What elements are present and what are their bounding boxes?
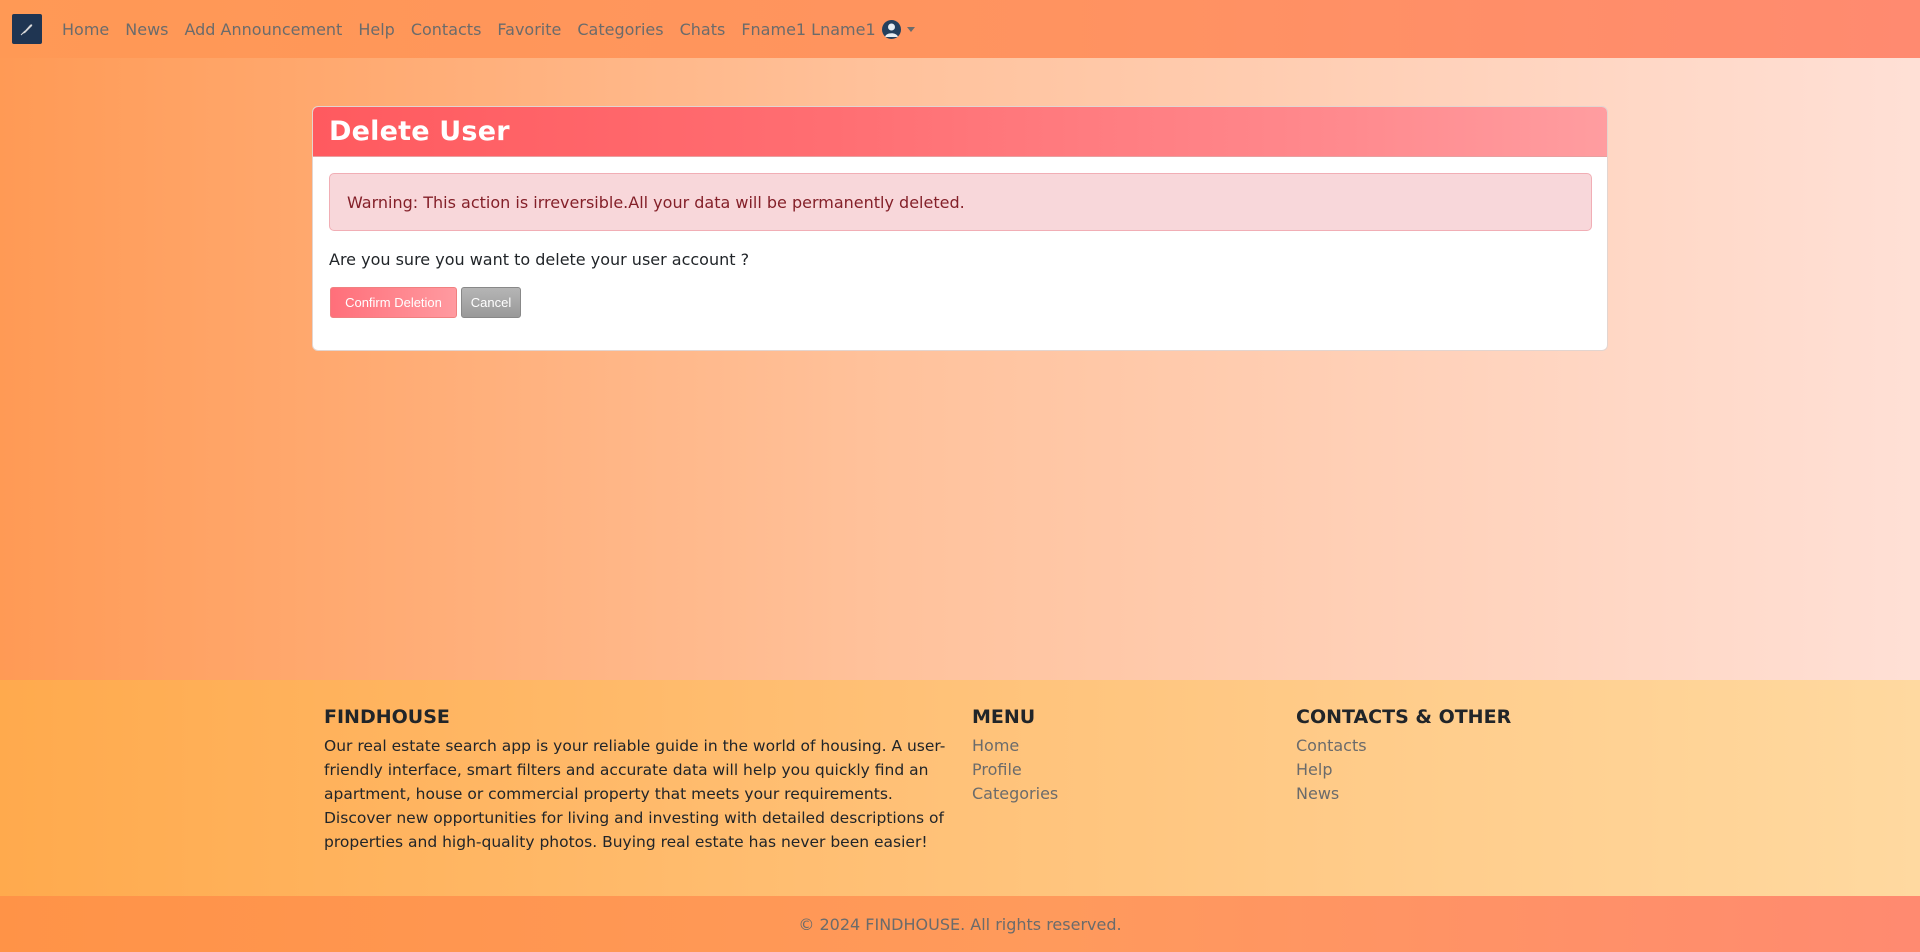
footer-contacts-heading: CONTACTS & OTHER — [1296, 706, 1512, 728]
footer-brand-description: Our real estate search app is your relia… — [324, 737, 946, 851]
user-name: Fname1 Lname1 — [741, 19, 876, 39]
footer-link-help[interactable]: Help — [1296, 758, 1511, 782]
card-title: Delete User — [329, 116, 510, 147]
user-avatar-icon — [884, 23, 898, 37]
nav-link-categories[interactable]: Categories — [577, 20, 663, 39]
nav-link-favorite[interactable]: Favorite — [497, 20, 561, 39]
footer-link-profile[interactable]: Profile — [972, 758, 1058, 782]
footer-link-news[interactable]: News — [1296, 782, 1511, 806]
nav-link-chats[interactable]: Chats — [680, 20, 726, 39]
footer-brand-heading: FINDHOUSE — [324, 706, 450, 728]
footer-menu-heading: MENU — [972, 706, 1036, 728]
nav-link-add-announcement[interactable]: Add Announcement — [184, 20, 342, 39]
nav-link-contacts[interactable]: Contacts — [411, 20, 482, 39]
copyright-text: © 2024 FINDHOUSE. All rights reserved. — [798, 914, 1122, 934]
confirm-deletion-button[interactable]: Confirm Deletion — [330, 287, 457, 318]
footer-link-categories[interactable]: Categories — [972, 782, 1058, 806]
nav-link-help[interactable]: Help — [358, 20, 394, 39]
chevron-down-icon — [906, 26, 915, 32]
confirmation-question: Are you sure you want to delete your use… — [329, 250, 750, 269]
copyright-bar: © 2024 FINDHOUSE. All rights reserved. — [0, 896, 1920, 952]
top-navbar: Home News Add Announcement Help Contacts… — [0, 0, 1920, 58]
delete-user-card: Delete User Warning: This action is irre… — [312, 106, 1608, 351]
brand-logo[interactable] — [12, 14, 42, 44]
avatar — [881, 19, 901, 39]
footer-contacts-column: CONTACTS & OTHER Contacts Help News — [1296, 706, 1511, 806]
warning-alert: Warning: This action is irreversible.All… — [329, 173, 1592, 231]
nav-link-news[interactable]: News — [125, 20, 168, 39]
footer: FINDHOUSE Our real estate search app is … — [0, 680, 1920, 896]
user-menu-dropdown[interactable]: Fname1 Lname1 — [741, 19, 915, 39]
footer-link-contacts[interactable]: Contacts — [1296, 734, 1511, 758]
cancel-button[interactable]: Cancel — [461, 287, 521, 318]
footer-menu-column: MENU Home Profile Categories — [972, 706, 1058, 806]
card-header: Delete User — [313, 107, 1607, 157]
footer-brand-column: FINDHOUSE Our real estate search app is … — [324, 706, 950, 854]
footer-link-home[interactable]: Home — [972, 734, 1058, 758]
feather-pen-logo-icon — [20, 24, 33, 36]
nav-link-home[interactable]: Home — [62, 20, 109, 39]
